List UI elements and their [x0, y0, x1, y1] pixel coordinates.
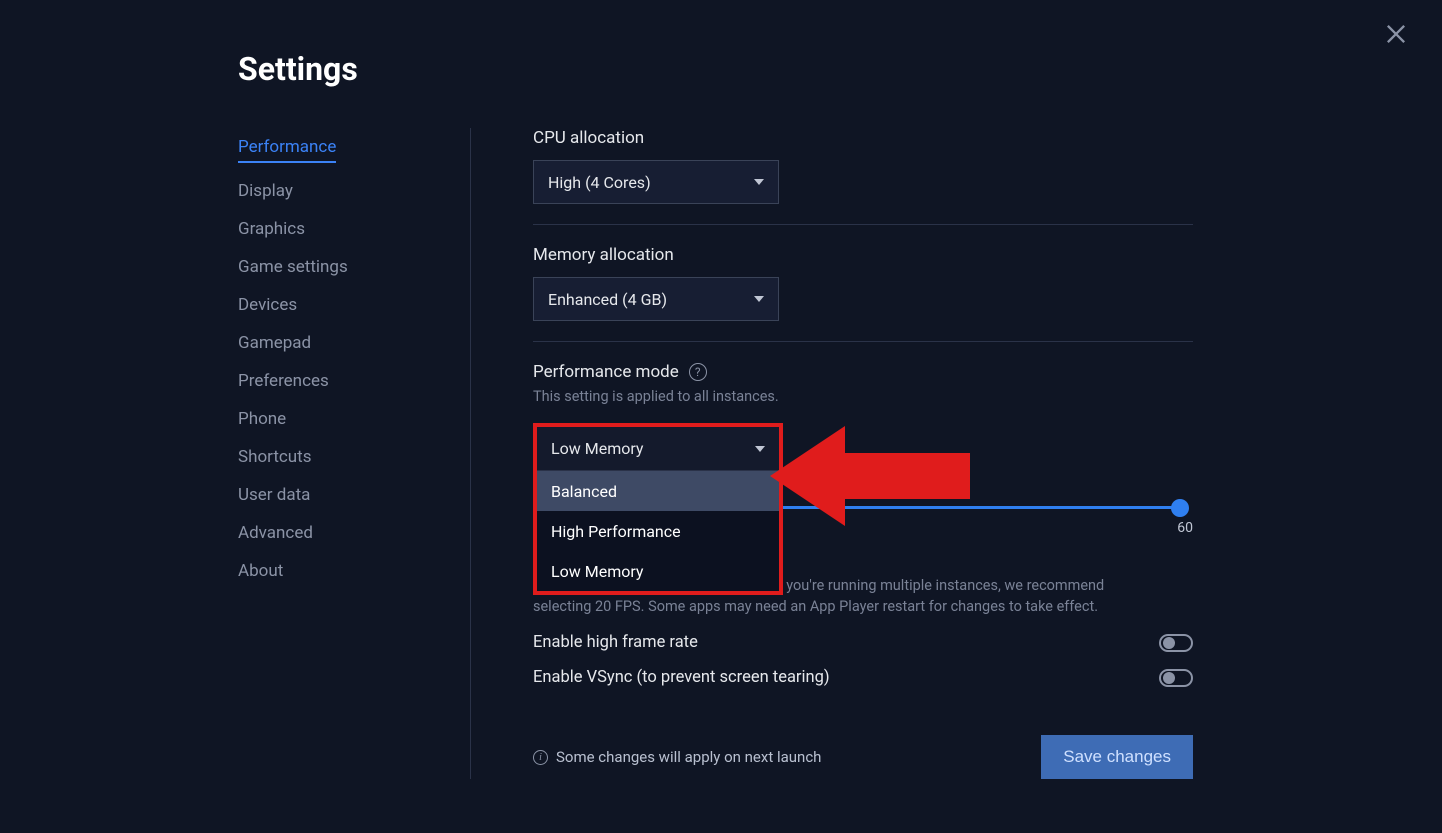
performance-mode-section: Performance mode ? This setting is appli… — [533, 362, 1193, 707]
performance-mode-options: Balanced High Performance Low Memory — [537, 471, 779, 591]
dropdown-option-high-performance[interactable]: High Performance — [537, 511, 779, 551]
sidebar-item-shortcuts[interactable]: Shortcuts — [238, 438, 408, 476]
sidebar-item-devices[interactable]: Devices — [238, 286, 408, 324]
vsync-label: Enable VSync (to prevent screen tearing) — [533, 668, 830, 687]
performance-mode-label: Performance mode ? — [533, 362, 1193, 382]
sidebar: Performance Display Graphics Game settin… — [238, 128, 408, 779]
cpu-label: CPU allocation — [533, 128, 1193, 148]
close-button[interactable] — [1382, 20, 1410, 48]
memory-label: Memory allocation — [533, 245, 1193, 265]
memory-section: Memory allocation Enhanced (4 GB) — [533, 245, 1193, 342]
sidebar-item-phone[interactable]: Phone — [238, 400, 408, 438]
sidebar-item-user-data[interactable]: User data — [238, 476, 408, 514]
save-changes-button[interactable]: Save changes — [1041, 735, 1193, 779]
cpu-select[interactable]: High (4 Cores) — [533, 160, 779, 204]
sidebar-item-performance[interactable]: Performance — [238, 128, 336, 163]
performance-mode-label-text: Performance mode — [533, 362, 679, 382]
dropdown-option-balanced[interactable]: Balanced — [537, 471, 779, 511]
sidebar-item-preferences[interactable]: Preferences — [238, 362, 408, 400]
sidebar-item-game-settings[interactable]: Game settings — [238, 248, 408, 286]
sidebar-item-advanced[interactable]: Advanced — [238, 514, 408, 552]
sidebar-item-about[interactable]: About — [238, 552, 408, 590]
caret-down-icon — [754, 179, 764, 185]
page-title: Settings — [238, 50, 1382, 88]
sidebar-item-gamepad[interactable]: Gamepad — [238, 324, 408, 362]
content: CPU allocation High (4 Cores) Memory all… — [533, 128, 1193, 779]
memory-select-value: Enhanced (4 GB) — [548, 290, 667, 309]
performance-mode-subtext: This setting is applied to all instances… — [533, 388, 1193, 405]
fps-slider-thumb[interactable] — [1171, 499, 1189, 517]
performance-mode-dropdown-highlight: Low Memory Balanced High Performance Low… — [533, 423, 783, 595]
footer-note: i Some changes will apply on next launch — [533, 748, 821, 766]
footer: i Some changes will apply on next launch… — [533, 735, 1193, 779]
vsync-toggle[interactable] — [1159, 669, 1193, 687]
memory-select[interactable]: Enhanced (4 GB) — [533, 277, 779, 321]
caret-down-icon — [754, 296, 764, 302]
sidebar-item-graphics[interactable]: Graphics — [238, 210, 408, 248]
toggle-knob — [1163, 637, 1175, 649]
performance-mode-select[interactable]: Low Memory — [537, 427, 779, 471]
high-frame-toggle[interactable] — [1159, 634, 1193, 652]
toggle-knob — [1163, 672, 1175, 684]
high-frame-label: Enable high frame rate — [533, 633, 698, 652]
cpu-select-value: High (4 Cores) — [548, 173, 651, 192]
caret-down-icon — [755, 446, 765, 452]
help-icon[interactable]: ? — [689, 363, 707, 381]
fps-slider-max-label: 60 — [1177, 520, 1193, 536]
sidebar-item-display[interactable]: Display — [238, 172, 408, 210]
cpu-section: CPU allocation High (4 Cores) — [533, 128, 1193, 225]
footer-note-text: Some changes will apply on next launch — [556, 748, 821, 766]
info-icon: i — [533, 750, 548, 765]
performance-mode-select-value: Low Memory — [551, 439, 643, 458]
dropdown-option-low-memory[interactable]: Low Memory — [537, 551, 779, 591]
vertical-divider — [470, 128, 471, 779]
